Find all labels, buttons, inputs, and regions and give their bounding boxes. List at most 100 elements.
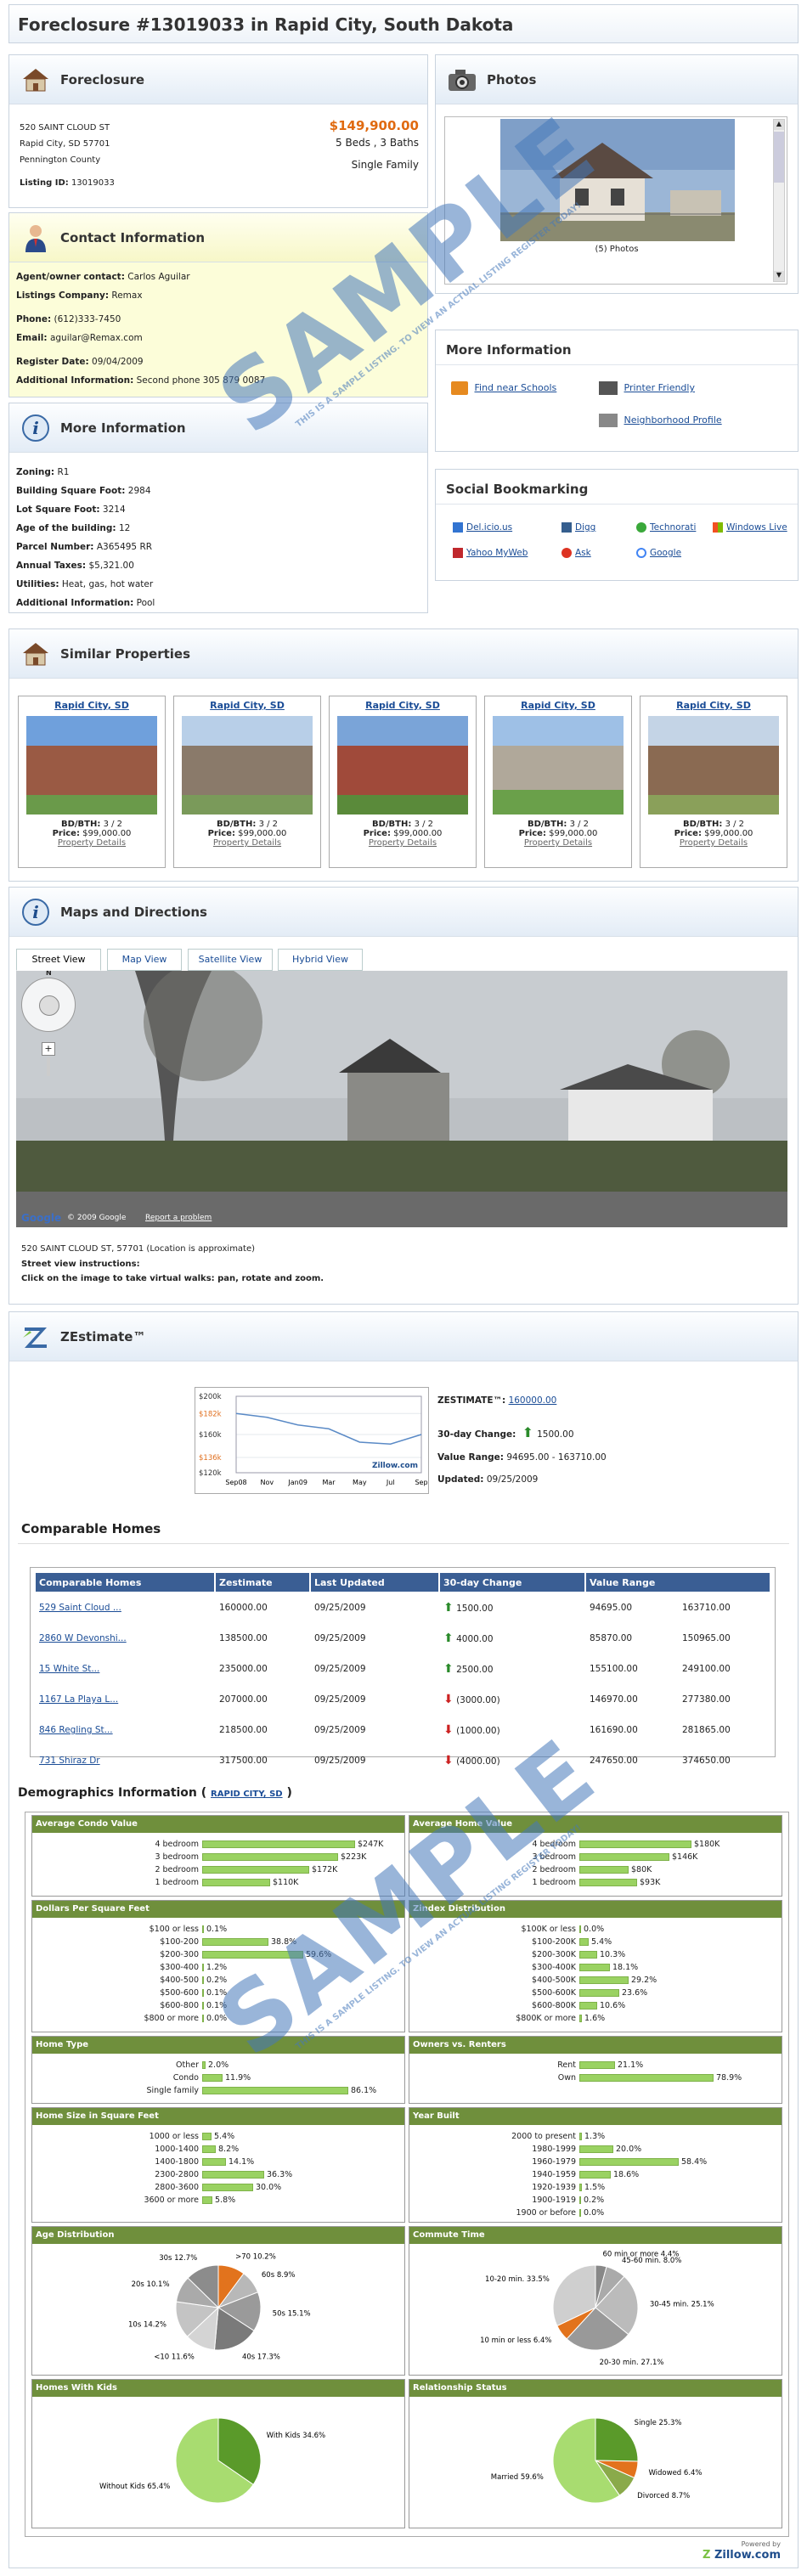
comparable-table: Comparable Homes Zestimate Last Updated … — [34, 1571, 771, 1777]
similar-city-link[interactable]: Rapid City, SD — [330, 700, 476, 711]
social-link-ask[interactable]: Ask — [575, 548, 591, 558]
email-value[interactable]: aguilar@Remax.com — [50, 333, 143, 343]
social-link-delicious[interactable]: Del.icio.us — [466, 522, 512, 533]
street-view-instructions: Click on the image to take virtual walks… — [21, 1274, 324, 1283]
property-details-link[interactable]: Property Details — [369, 838, 437, 848]
range-high-cell: 277380.00 — [682, 1694, 731, 1705]
zillow-footer-logo: Z Zillow.com — [703, 2549, 781, 2562]
scroll-thumb[interactable] — [774, 132, 784, 183]
bar — [579, 1879, 637, 1886]
pan-center-icon[interactable] — [39, 995, 59, 1016]
bar — [579, 2145, 613, 2153]
bar-label: 4 bedroom — [155, 1840, 199, 1849]
pie-label: 20-30 min. 27.1% — [600, 2359, 664, 2367]
zoom-slider[interactable] — [47, 1057, 50, 1076]
comparable-home-link[interactable]: 529 Saint Cloud ... — [39, 1603, 121, 1613]
range-high-cell: 249100.00 — [682, 1664, 731, 1674]
similar-photo[interactable] — [26, 716, 157, 815]
scroll-down-arrow-icon[interactable]: ▼ — [774, 271, 784, 281]
social-link-yahoo[interactable]: Yahoo MyWeb — [466, 548, 528, 558]
similar-city-link[interactable]: Rapid City, SD — [641, 700, 787, 711]
bar-label: $500-600K — [532, 1988, 576, 1998]
similar-card[interactable]: Rapid City, SD BD/BTH: 3 / 2 Price: $99,… — [18, 696, 166, 868]
zillow-z-icon: Z — [703, 2549, 711, 2562]
similar-city-link[interactable]: Rapid City, SD — [485, 700, 631, 711]
comparable-home-link[interactable]: 1167 La Playa L... — [39, 1694, 118, 1705]
comparable-home-link[interactable]: 15 White St... — [39, 1664, 99, 1674]
comparable-home-link[interactable]: 846 Regling St... — [39, 1725, 113, 1735]
pie-label: Without Kids 65.4% — [99, 2483, 170, 2491]
up-arrow-icon: ⬆ — [522, 1424, 534, 1440]
bar-row: $600-800K 10.6% — [409, 1999, 782, 2012]
bar-value: 0.1% — [206, 1925, 228, 1934]
zestimate-cell: 218500.00 — [219, 1725, 268, 1735]
bar-label: 2 bedroom — [155, 1865, 199, 1874]
similar-photo[interactable] — [337, 716, 468, 815]
bar-row: Other 2.0% — [32, 2059, 404, 2072]
social-link-technorati[interactable]: Technorati — [650, 522, 696, 533]
range-low-cell: 247650.00 — [590, 1756, 638, 1766]
social-link-digg[interactable]: Digg — [575, 522, 595, 533]
bar-value: 18.6% — [613, 2170, 640, 2179]
yahoo-icon — [453, 548, 463, 558]
find-schools-link[interactable]: Find near Schools — [475, 382, 557, 393]
property-details-link[interactable]: Property Details — [58, 838, 126, 848]
similar-card[interactable]: Rapid City, SD BD/BTH: 3 / 2 Price: $99,… — [640, 696, 787, 868]
comparable-table-wrap: Comparable Homes Zestimate Last Updated … — [30, 1567, 776, 1767]
photo-viewer[interactable]: (5) Photos ▲ ▼ — [444, 116, 787, 285]
bar — [579, 2196, 581, 2204]
zestimate-cell: 160000.00 — [219, 1603, 268, 1613]
similar-card[interactable]: Rapid City, SD BD/BTH: 3 / 2 Price: $99,… — [484, 696, 632, 868]
contact-panel: Contact Information Agent/owner contact:… — [8, 212, 428, 397]
bar-row: $300-400K 18.1% — [409, 1961, 782, 1974]
report-problem-link[interactable]: Report a problem — [145, 1214, 212, 1222]
property-details-link[interactable]: Property Details — [680, 838, 748, 848]
demographics-heading: Demographics Information ( — [18, 1786, 207, 1800]
house-photo[interactable] — [500, 119, 735, 241]
tab-satellite-view[interactable]: Satellite View — [188, 949, 273, 971]
similar-photo[interactable] — [493, 716, 624, 815]
bar-label: 1000 or less — [149, 2132, 199, 2141]
pan-control[interactable]: N — [21, 971, 76, 1032]
bar-row: 2800-3600 30.0% — [32, 2181, 404, 2194]
neighborhood-link[interactable]: Neighborhood Profile — [624, 414, 722, 426]
street-view-image[interactable] — [16, 971, 787, 1227]
col-last-updated: Last Updated — [311, 1573, 438, 1592]
bar-value: 1.3% — [584, 2132, 606, 2141]
similar-photo[interactable] — [648, 716, 779, 815]
property-details-link[interactable]: Property Details — [524, 838, 592, 848]
similar-photo[interactable] — [182, 716, 313, 815]
bar-row: Single family 86.1% — [32, 2084, 404, 2097]
scroll-up-arrow-icon[interactable]: ▲ — [774, 120, 784, 130]
maps-panel: i Maps and Directions Street View Map Vi… — [8, 887, 799, 1305]
bar-label: $100K or less — [521, 1925, 576, 1934]
bsf-value: 2984 — [127, 486, 151, 496]
zestimate-value[interactable]: 160000.00 — [509, 1395, 557, 1406]
tab-hybrid-view[interactable]: Hybrid View — [278, 949, 363, 971]
bar — [579, 1853, 669, 1861]
social-link-windows-live[interactable]: Windows Live — [726, 522, 787, 533]
bar-label: $400-500 — [160, 1976, 199, 1985]
similar-header: Similar Properties — [9, 629, 798, 679]
tab-street-view[interactable]: Street View — [16, 949, 101, 971]
zoom-in-button[interactable]: + — [42, 1042, 55, 1056]
comparable-home-link[interactable]: 731 Shiraz Dr — [39, 1756, 100, 1766]
range-high-cell: 374650.00 — [682, 1756, 731, 1766]
similar-city-link[interactable]: Rapid City, SD — [174, 700, 320, 711]
zestimate-cell: 207000.00 — [219, 1694, 268, 1705]
y-tick-label: $200k — [199, 1393, 222, 1401]
comparable-home-link[interactable]: 2860 W Devonshi... — [39, 1633, 127, 1643]
similar-card[interactable]: Rapid City, SD BD/BTH: 3 / 2 Price: $99,… — [329, 696, 477, 868]
bar-row: 4 bedroom $180K — [409, 1838, 782, 1851]
photo-scrollbar[interactable]: ▲ ▼ — [773, 119, 785, 282]
demographics-city-link[interactable]: RAPID CITY, SD — [211, 1790, 283, 1799]
social-link-google[interactable]: Google — [650, 548, 681, 558]
street-view[interactable]: N + Google © 2009 Google Report a proble… — [16, 971, 787, 1227]
property-details-link[interactable]: Property Details — [213, 838, 281, 848]
similar-city-link[interactable]: Rapid City, SD — [19, 700, 165, 711]
details-header: i More Information — [9, 403, 427, 453]
bar — [202, 2133, 212, 2140]
similar-card[interactable]: Rapid City, SD BD/BTH: 3 / 2 Price: $99,… — [173, 696, 321, 868]
tab-map-view[interactable]: Map View — [107, 949, 182, 971]
printer-friendly-link[interactable]: Printer Friendly — [624, 382, 695, 393]
